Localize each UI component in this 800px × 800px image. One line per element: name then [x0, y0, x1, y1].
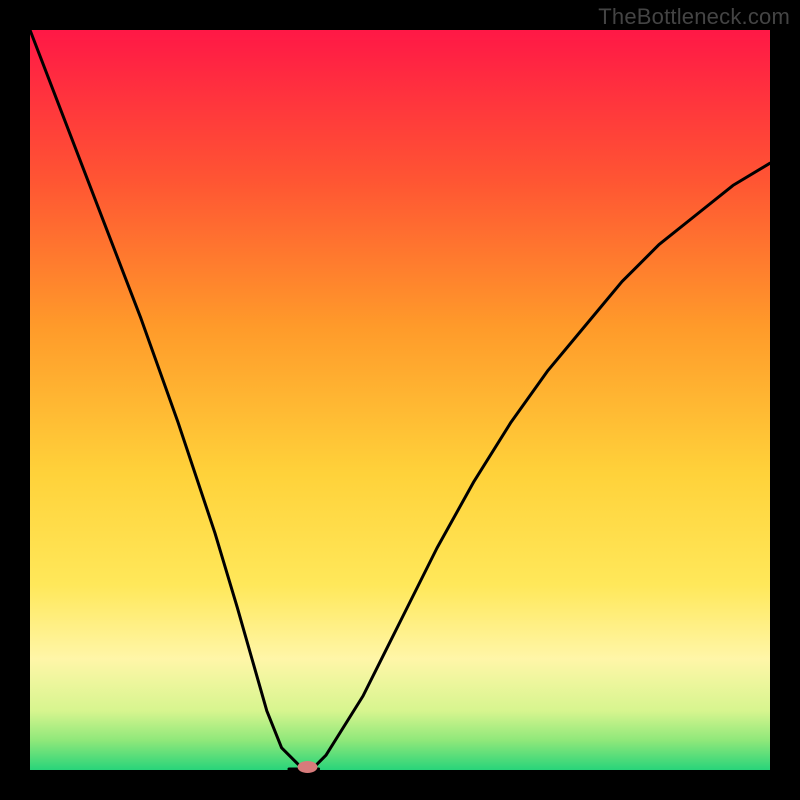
bottleneck-chart	[0, 0, 800, 800]
chart-frame: TheBottleneck.com	[0, 0, 800, 800]
chart-background	[30, 30, 770, 770]
watermark-text: TheBottleneck.com	[598, 4, 790, 30]
optimal-point-marker	[298, 761, 318, 773]
